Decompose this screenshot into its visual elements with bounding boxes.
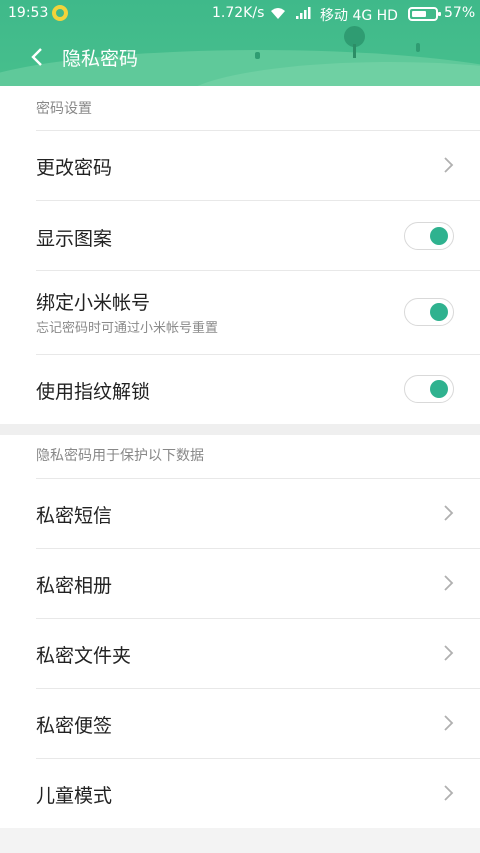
bind-mi-account-toggle[interactable]: [404, 298, 454, 326]
battery-percent: 57%: [444, 5, 476, 21]
fingerprint-unlock-toggle[interactable]: [404, 375, 454, 403]
back-button[interactable]: [24, 40, 54, 74]
fingerprint-unlock-label: 使用指纹解锁: [36, 381, 151, 403]
change-password-row[interactable]: 更改密码: [0, 130, 480, 200]
chevron-left-icon: [31, 48, 42, 66]
bind-mi-account-sublabel: 忘记密码时可通过小米帐号重置: [36, 321, 219, 336]
status-carrier: 移动 4G HD: [320, 8, 398, 24]
status-bar: 19:53 1.72K/s 移动 4G HD 57%: [0, 0, 480, 28]
status-speed: 1.72K/s: [212, 5, 265, 21]
battery-icon: [408, 7, 441, 21]
kids-mode-row[interactable]: 儿童模式: [0, 758, 480, 828]
section-gap: [0, 424, 480, 435]
chevron-right-icon: [444, 505, 454, 521]
small-tree-icon: [416, 43, 420, 52]
section-header-password: 密码设置: [0, 86, 480, 130]
show-pattern-row: 显示图案: [0, 200, 480, 270]
private-folder-row[interactable]: 私密文件夹: [0, 618, 480, 688]
app-header: 19:53 1.72K/s 移动 4G HD 57% 隐私密码: [0, 0, 480, 86]
chevron-right-icon: [444, 715, 454, 731]
wifi-icon: [271, 8, 285, 19]
toggle-knob: [430, 303, 448, 321]
tree-trunk: [353, 44, 356, 58]
show-pattern-label: 显示图案: [36, 228, 113, 250]
small-tree-icon: [255, 52, 260, 59]
chevron-right-icon: [444, 785, 454, 801]
private-notes-row[interactable]: 私密便签: [0, 688, 480, 758]
fingerprint-unlock-row: 使用指纹解锁: [0, 354, 480, 424]
bind-mi-account-label: 绑定小米帐号: [36, 292, 151, 314]
chevron-right-icon: [444, 157, 454, 173]
private-notes-label: 私密便签: [36, 715, 113, 737]
chevron-right-icon: [444, 575, 454, 591]
page-title: 隐私密码: [62, 48, 139, 70]
chevron-right-icon: [444, 645, 454, 661]
toggle-knob: [430, 380, 448, 398]
section-header-protected-data: 隐私密码用于保护以下数据: [0, 435, 480, 478]
private-folder-label: 私密文件夹: [36, 645, 132, 667]
status-time: 19:53: [8, 5, 49, 21]
kids-mode-label: 儿童模式: [36, 785, 113, 807]
bottom-spacer: [0, 828, 480, 853]
signal-icon: [296, 7, 311, 19]
alarm-icon: [52, 5, 68, 21]
toggle-knob: [430, 227, 448, 245]
change-password-label: 更改密码: [36, 157, 113, 179]
private-sms-row[interactable]: 私密短信: [0, 478, 480, 548]
bind-mi-account-row: 绑定小米帐号 忘记密码时可通过小米帐号重置: [0, 270, 480, 354]
private-sms-label: 私密短信: [36, 505, 113, 527]
show-pattern-toggle[interactable]: [404, 222, 454, 250]
private-album-label: 私密相册: [36, 575, 113, 597]
private-album-row[interactable]: 私密相册: [0, 548, 480, 618]
